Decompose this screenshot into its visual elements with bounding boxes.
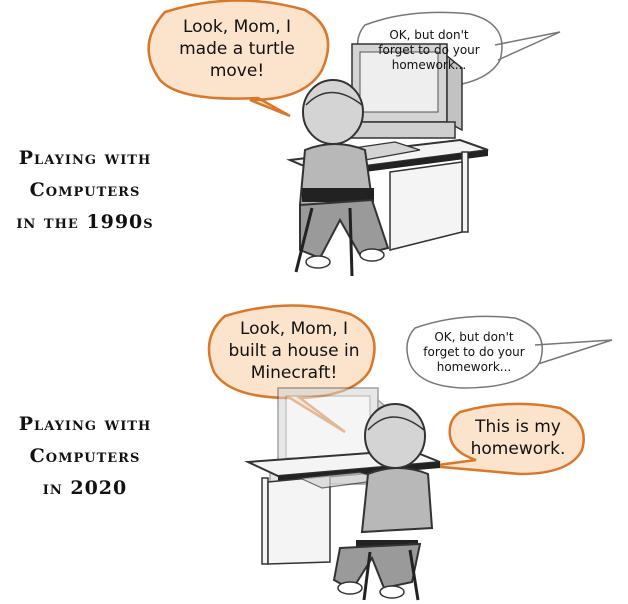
speech-line: OK, but don't [434,330,514,344]
speech-line: homework. [470,439,566,459]
speech-line: made a turtle [179,39,295,59]
reply-speech-text-2020: This is my homework. [458,416,578,460]
panel-2020-caption: Playing with Computers in 2020 [0,408,170,504]
mom-speech-text-2020: OK, but don't forget to do your homework… [412,330,536,375]
mom-speech-text-1990s: OK, but don't forget to do your homework… [364,28,494,73]
speech-line: homework... [436,360,512,374]
speech-line: built a house in [228,341,360,361]
speech-line: Minecraft! [250,363,338,383]
caption-line: in 2020 [42,477,128,499]
caption-line: Computers [29,179,141,201]
caption-line: Computers [29,445,141,467]
speech-line: Look, Mom, I [239,319,349,339]
speech-line: This is my [475,417,561,437]
comic-panel-2020: Playing with Computers in 2020 Look, Mom… [0,300,628,604]
speech-line: move! [209,61,265,81]
speech-line: homework... [391,58,467,72]
speech-line: Look, Mom, I [182,17,292,37]
caption-line: Playing with [18,413,152,435]
speech-line: OK, but don't [389,28,469,42]
kid-speech-text-2020: Look, Mom, I built a house in Minecraft! [224,318,364,384]
comic-panel-1990s: Playing with Computers in the 1990s Look… [0,0,628,300]
panel-1990s-caption: Playing with Computers in the 1990s [0,142,170,238]
speech-line: forget to do your [423,345,525,359]
speech-line: forget to do your [378,43,480,57]
caption-line: in the 1990s [16,211,154,233]
caption-line: Playing with [18,147,152,169]
kid-speech-text-1990s: Look, Mom, I made a turtle move! [172,16,302,82]
